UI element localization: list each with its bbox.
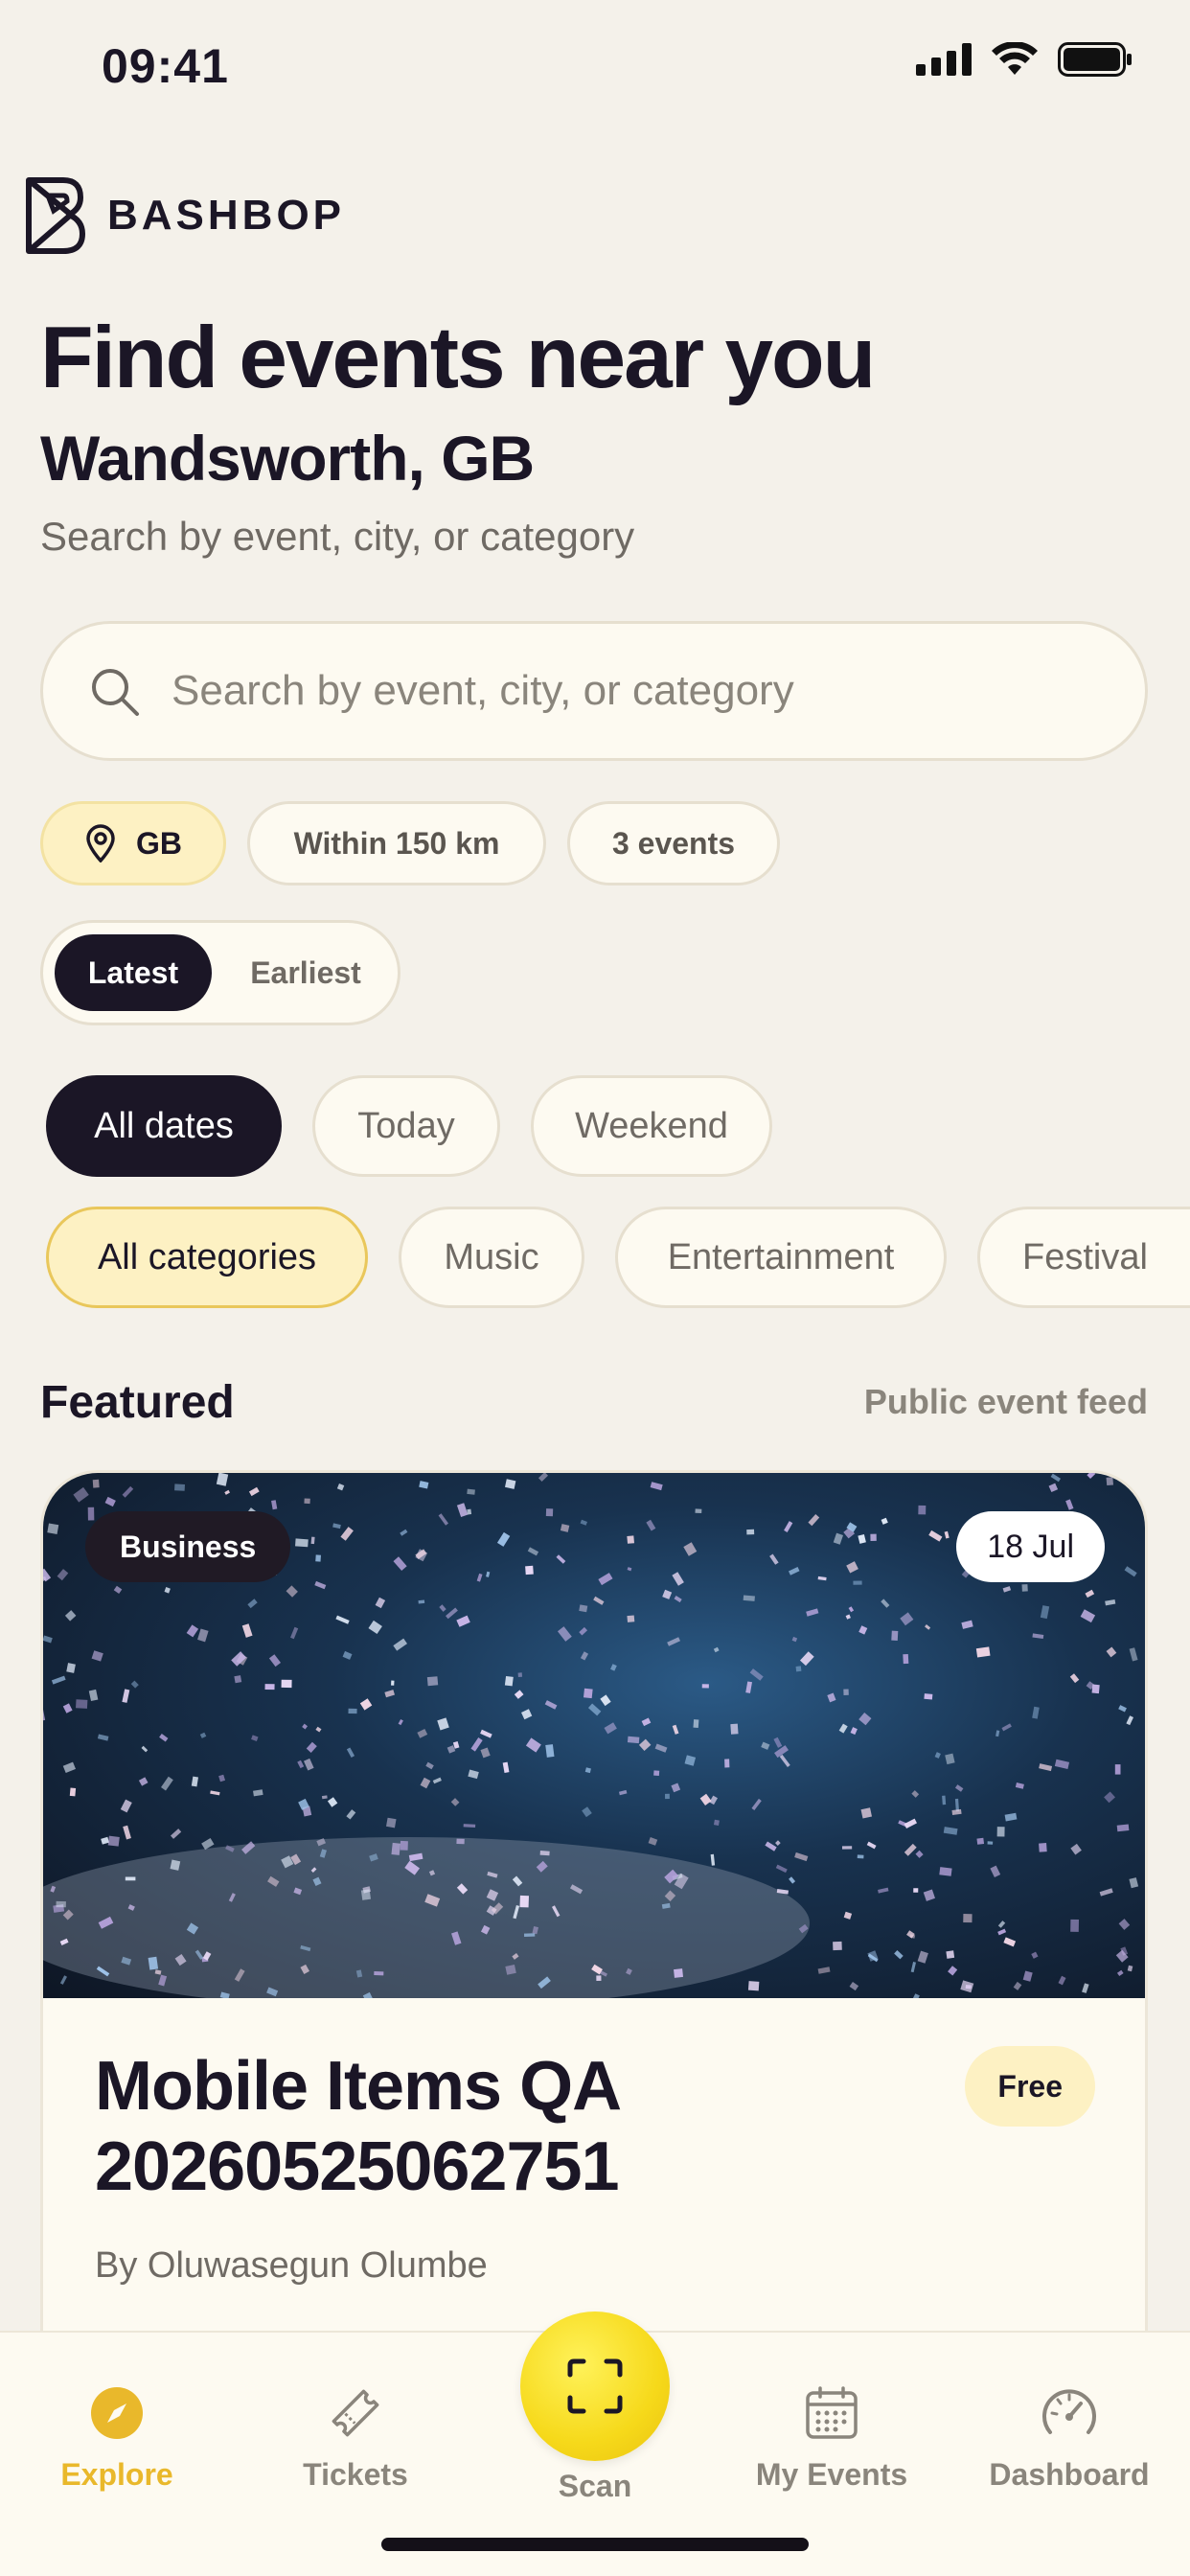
radius-filter-label: Within 150 km <box>293 825 500 861</box>
chip-all-categories[interactable]: All categories <box>46 1207 368 1308</box>
battery-icon <box>1058 42 1132 77</box>
page-title: Find events near you <box>40 310 876 406</box>
event-category-badge: Business <box>85 1511 291 1582</box>
tab-tickets-label: Tickets <box>303 2457 408 2492</box>
compass-icon <box>91 2387 143 2439</box>
radius-filter-pill[interactable]: Within 150 km <box>247 801 546 886</box>
event-organizer: By Oluwasegun Olumbe <box>95 2245 488 2286</box>
chip-today[interactable]: Today <box>312 1075 500 1177</box>
tab-scan-label: Scan <box>558 2469 632 2503</box>
signal-icon <box>916 43 972 76</box>
event-count-label: 3 events <box>611 825 736 861</box>
chip-all-dates[interactable]: All dates <box>46 1075 282 1177</box>
tab-dashboard[interactable]: Dashboard <box>973 2333 1165 2524</box>
sort-toggle: Latest Earliest <box>40 920 400 1025</box>
location-heading: Wandsworth, GB <box>40 423 535 494</box>
sort-latest-button[interactable]: Latest <box>55 934 212 1011</box>
search-icon <box>92 669 139 716</box>
tab-my-events-label: My Events <box>755 2457 908 2492</box>
event-date-badge: 18 Jul <box>956 1511 1105 1582</box>
scan-icon <box>567 2358 623 2414</box>
bashbop-logo-icon <box>26 177 85 254</box>
event-title: Mobile Items QA 20260525062751 <box>95 2048 620 2205</box>
country-filter-label: GB <box>136 825 182 861</box>
sort-earliest-button[interactable]: Earliest <box>221 934 390 1011</box>
home-indicator <box>381 2538 809 2551</box>
location-pin-icon <box>86 824 115 862</box>
search-input[interactable] <box>172 624 1110 758</box>
status-bar: 09:41 <box>0 0 1190 144</box>
ticket-icon <box>332 2389 379 2437</box>
search-bar[interactable] <box>40 621 1148 761</box>
calendar-icon <box>806 2386 858 2439</box>
event-count-pill: 3 events <box>567 801 780 886</box>
tab-my-events[interactable]: My Events <box>736 2333 927 2524</box>
wifi-icon <box>992 42 1038 75</box>
tab-explore[interactable]: Explore <box>21 2333 213 2524</box>
brand-name: BASHBOP <box>107 192 346 239</box>
status-icons <box>916 42 1133 77</box>
chip-entertainment[interactable]: Entertainment <box>615 1207 947 1308</box>
chip-music[interactable]: Music <box>399 1207 584 1308</box>
brand-logo: BASHBOP <box>21 174 345 257</box>
gauge-icon <box>1042 2389 1096 2434</box>
event-price-badge: Free <box>965 2046 1095 2127</box>
scan-button[interactable] <box>520 2312 670 2461</box>
tab-dashboard-label: Dashboard <box>989 2457 1150 2492</box>
page-subtitle: Search by event, city, or category <box>40 514 635 559</box>
chip-festival[interactable]: Festival <box>977 1207 1190 1308</box>
country-filter-pill[interactable]: GB <box>40 801 226 886</box>
tab-explore-label: Explore <box>60 2457 173 2492</box>
featured-title: Featured <box>40 1377 235 1428</box>
tab-tickets[interactable]: Tickets <box>260 2333 451 2524</box>
featured-event-card[interactable]: Business 18 Jul Mobile Items QA 20260525… <box>40 1470 1148 2428</box>
public-feed-link[interactable]: Public event feed <box>864 1382 1148 1422</box>
chip-weekend[interactable]: Weekend <box>531 1075 772 1177</box>
status-time: 09:41 <box>102 39 229 93</box>
